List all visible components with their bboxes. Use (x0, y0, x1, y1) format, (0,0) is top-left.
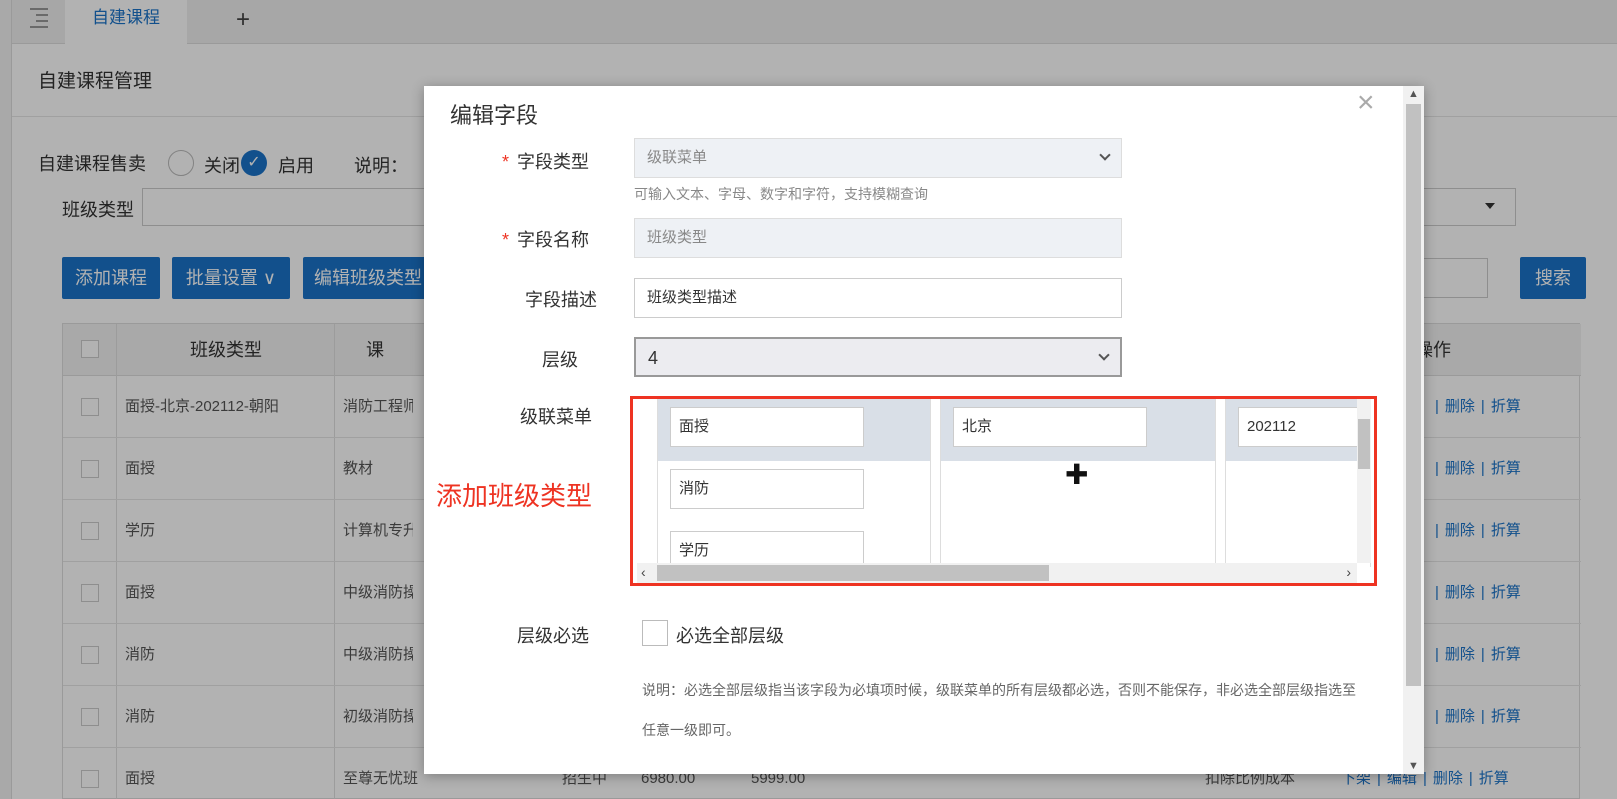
modal-title: 编辑字段 (450, 103, 539, 128)
modal-scrollbar[interactable]: ▲ ▼ (1403, 86, 1424, 774)
cascade-columns: 面授 消防 学历 北京 ✚ 202112 (637, 399, 1371, 567)
scroll-right-icon[interactable]: › (1346, 564, 1351, 580)
cascade-item-input[interactable]: 消防 (670, 469, 864, 509)
cascade-vertical-scrollbar[interactable] (1357, 399, 1371, 563)
cascade-column-1: 面授 消防 学历 (657, 399, 931, 567)
cascade-horizontal-scrollbar[interactable]: ‹ › (637, 563, 1357, 583)
cascade-item-input[interactable]: 面授 (670, 407, 864, 447)
required-level-label: 层级必选 (517, 626, 589, 646)
required-all-checkbox[interactable] (642, 620, 668, 646)
level-select[interactable]: 4 (634, 337, 1122, 377)
cascade-item-input[interactable]: 学历 (670, 531, 864, 567)
field-type-hint: 可输入文本、字母、数字和字符，支持模糊查询 (634, 186, 928, 202)
plus-icon[interactable]: ✚ (1065, 461, 1088, 489)
annotation-add-class-type: 添加班级类型 (436, 481, 593, 511)
cascade-label: 级联菜单 (520, 407, 592, 427)
field-name-input[interactable]: 班级类型 (634, 218, 1122, 258)
required-all-label: 必选全部层级 (676, 626, 784, 646)
level-label: 层级 (542, 350, 578, 370)
cascade-column-3: 202112 (1225, 399, 1371, 567)
cascade-menu-editor: 面授 消防 学历 北京 ✚ 202112 ‹ › (630, 396, 1377, 586)
chevron-down-icon (1099, 149, 1111, 161)
cascade-item-input[interactable]: 202112 (1238, 407, 1368, 447)
chevron-down-icon (1098, 349, 1110, 361)
close-icon[interactable]: × (1357, 88, 1375, 118)
field-type-label: * 字段类型 (502, 152, 590, 172)
scroll-up-icon[interactable]: ▲ (1408, 88, 1419, 100)
field-desc-label: 字段描述 (525, 290, 597, 310)
field-type-select[interactable]: 级联菜单 (634, 138, 1122, 178)
scroll-left-icon[interactable]: ‹ (641, 564, 646, 580)
scroll-down-icon[interactable]: ▼ (1408, 760, 1419, 772)
field-name-label: * 字段名称 (502, 230, 590, 250)
cascade-column-2: 北京 ✚ (940, 399, 1216, 567)
field-desc-input[interactable]: 班级类型描述 (634, 278, 1122, 318)
edit-field-modal: 编辑字段 × * 字段类型 级联菜单 可输入文本、字母、数字和字符，支持模糊查询 … (424, 86, 1424, 774)
required-explain-text: 说明：必选全部层级指当该字段为必填项时候，级联菜单的所有层级都必选，否则不能保存… (642, 682, 1356, 738)
cascade-item-input[interactable]: 北京 (953, 407, 1147, 447)
